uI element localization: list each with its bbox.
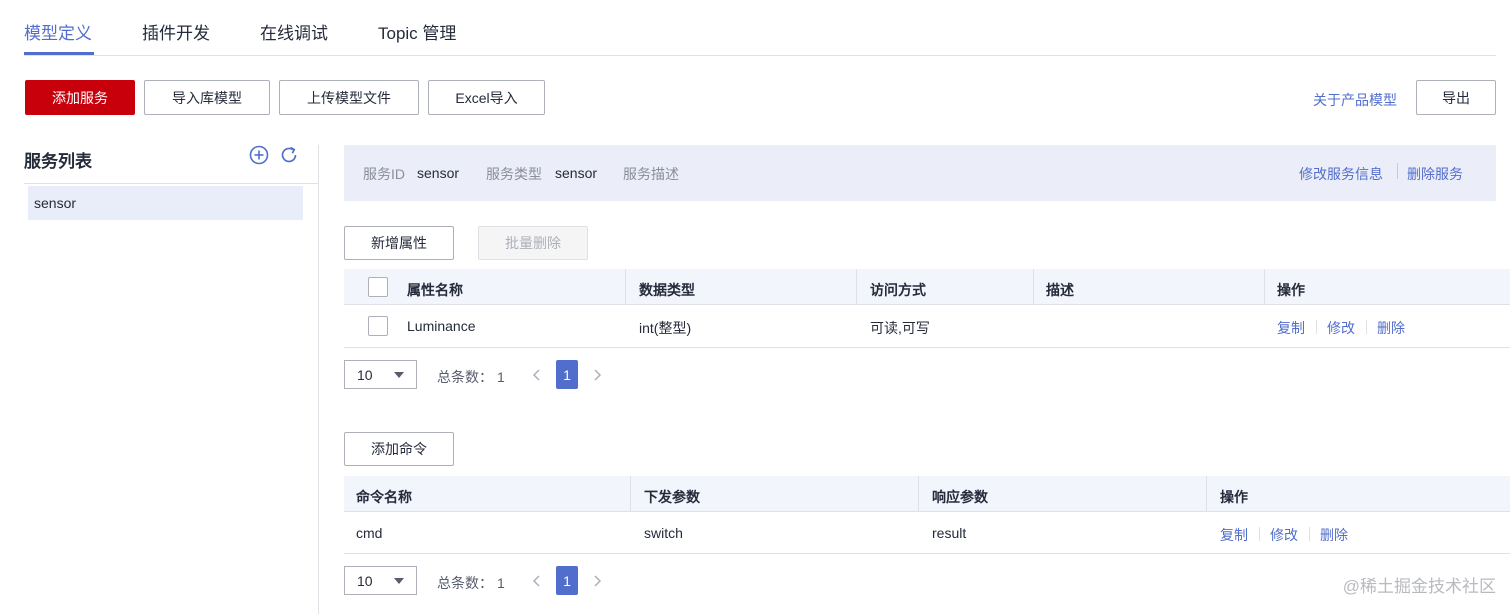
tab-plugin-development[interactable]: 插件开发 — [142, 19, 210, 44]
delete-service-link[interactable]: 删除服务 — [1407, 164, 1463, 184]
column-header-request-params: 下发参数 — [644, 489, 700, 505]
tab-topic-management[interactable]: Topic 管理 — [378, 19, 456, 44]
column-divider — [1206, 476, 1207, 512]
page-size-select[interactable]: 10 — [344, 566, 417, 595]
select-all-checkbox[interactable] — [368, 277, 388, 297]
tab-model-definition[interactable]: 模型定义 — [24, 19, 92, 44]
column-header-operations: 操作 — [1220, 489, 1248, 505]
export-button[interactable]: 导出 — [1416, 80, 1496, 115]
edit-service-info-link[interactable]: 修改服务信息 — [1299, 164, 1383, 184]
total-count-label: 总条数： — [437, 369, 493, 385]
command-response-params-cell: result — [932, 525, 967, 541]
commands-table-header — [344, 476, 1510, 512]
plus-circle-icon[interactable] — [249, 145, 269, 165]
service-id-label: 服务ID — [363, 166, 405, 182]
edit-command-link[interactable]: 修改 — [1270, 525, 1298, 545]
chevron-right-icon[interactable] — [592, 368, 602, 382]
property-data-type-cell: int(整型) — [639, 320, 692, 336]
action-divider — [1316, 320, 1317, 334]
watermark-text: @稀土掘金技术社区 — [1342, 577, 1496, 596]
property-access-cell: 可读,可写 — [870, 320, 930, 336]
action-divider — [1259, 527, 1260, 541]
chevron-left-icon[interactable] — [532, 368, 542, 382]
copy-command-link[interactable]: 复制 — [1220, 525, 1248, 545]
current-page-button[interactable]: 1 — [556, 566, 578, 595]
column-header-command-name: 命令名称 — [356, 489, 412, 505]
refresh-icon[interactable] — [279, 145, 299, 165]
sidebar-divider — [24, 183, 318, 184]
column-header-response-params: 响应参数 — [932, 489, 988, 505]
column-divider — [856, 269, 857, 305]
column-divider — [630, 476, 631, 512]
column-header-description: 描述 — [1046, 282, 1074, 298]
batch-delete-button[interactable]: 批量删除 — [478, 226, 588, 260]
tab-online-debugging[interactable]: 在线调试 — [260, 19, 328, 44]
sidebar-border — [318, 145, 319, 614]
about-product-model-link[interactable]: 关于产品模型 — [1313, 90, 1397, 110]
command-name-cell: cmd — [356, 525, 383, 541]
total-count-label: 总条数： — [437, 575, 493, 591]
service-list-title: 服务列表 — [24, 152, 92, 171]
command-request-params-cell: switch — [644, 525, 683, 541]
total-count: 总条数： 1 — [437, 573, 505, 593]
chevron-left-icon[interactable] — [532, 574, 542, 588]
copy-property-link[interactable]: 复制 — [1277, 318, 1305, 338]
sidebar-item-label: sensor — [34, 195, 77, 211]
delete-command-link[interactable]: 删除 — [1320, 525, 1348, 545]
action-divider — [1309, 527, 1310, 541]
total-count-value: 1 — [497, 369, 505, 385]
chevron-right-icon[interactable] — [592, 574, 602, 588]
import-library-model-button[interactable]: 导入库模型 — [144, 80, 270, 115]
add-service-button[interactable]: 添加服务 — [25, 80, 135, 115]
service-type-value: sensor — [555, 165, 598, 181]
page-size-value: 10 — [357, 572, 373, 589]
excel-import-button[interactable]: Excel导入 — [428, 80, 545, 115]
tab-bar: 模型定义 插件开发 在线调试 Topic 管理 — [24, 0, 1496, 56]
service-description-label: 服务描述 — [623, 166, 679, 182]
column-header-data-type: 数据类型 — [639, 282, 695, 298]
column-divider — [1033, 269, 1034, 305]
edit-property-link[interactable]: 修改 — [1327, 318, 1355, 338]
current-page-button[interactable]: 1 — [556, 360, 578, 389]
row-checkbox[interactable] — [368, 316, 388, 336]
column-divider — [1264, 269, 1265, 305]
info-link-divider — [1397, 163, 1398, 179]
column-header-property-name: 属性名称 — [407, 282, 463, 298]
add-command-button[interactable]: 添加命令 — [344, 432, 454, 466]
total-count: 总条数： 1 — [437, 367, 505, 387]
page-size-select[interactable]: 10 — [344, 360, 417, 389]
upload-model-file-button[interactable]: 上传模型文件 — [279, 80, 419, 115]
caret-down-icon — [394, 578, 404, 584]
table-row-divider — [344, 347, 1510, 348]
property-name-cell: Luminance — [407, 318, 476, 334]
properties-table-header — [344, 269, 1510, 305]
delete-property-link[interactable]: 删除 — [1377, 318, 1405, 338]
column-header-access-mode: 访问方式 — [870, 282, 926, 298]
active-tab-indicator — [24, 52, 94, 55]
action-divider — [1366, 320, 1367, 334]
page-size-value: 10 — [357, 366, 373, 383]
service-id-value: sensor — [417, 165, 460, 181]
add-property-button[interactable]: 新增属性 — [344, 226, 454, 260]
caret-down-icon — [394, 372, 404, 378]
total-count-value: 1 — [497, 575, 505, 591]
column-divider — [918, 476, 919, 512]
table-row-divider — [344, 553, 1510, 554]
column-divider — [625, 269, 626, 305]
sidebar-item-sensor[interactable]: sensor — [28, 186, 303, 220]
service-type-label: 服务类型 — [486, 166, 542, 182]
column-header-operations: 操作 — [1277, 282, 1305, 298]
